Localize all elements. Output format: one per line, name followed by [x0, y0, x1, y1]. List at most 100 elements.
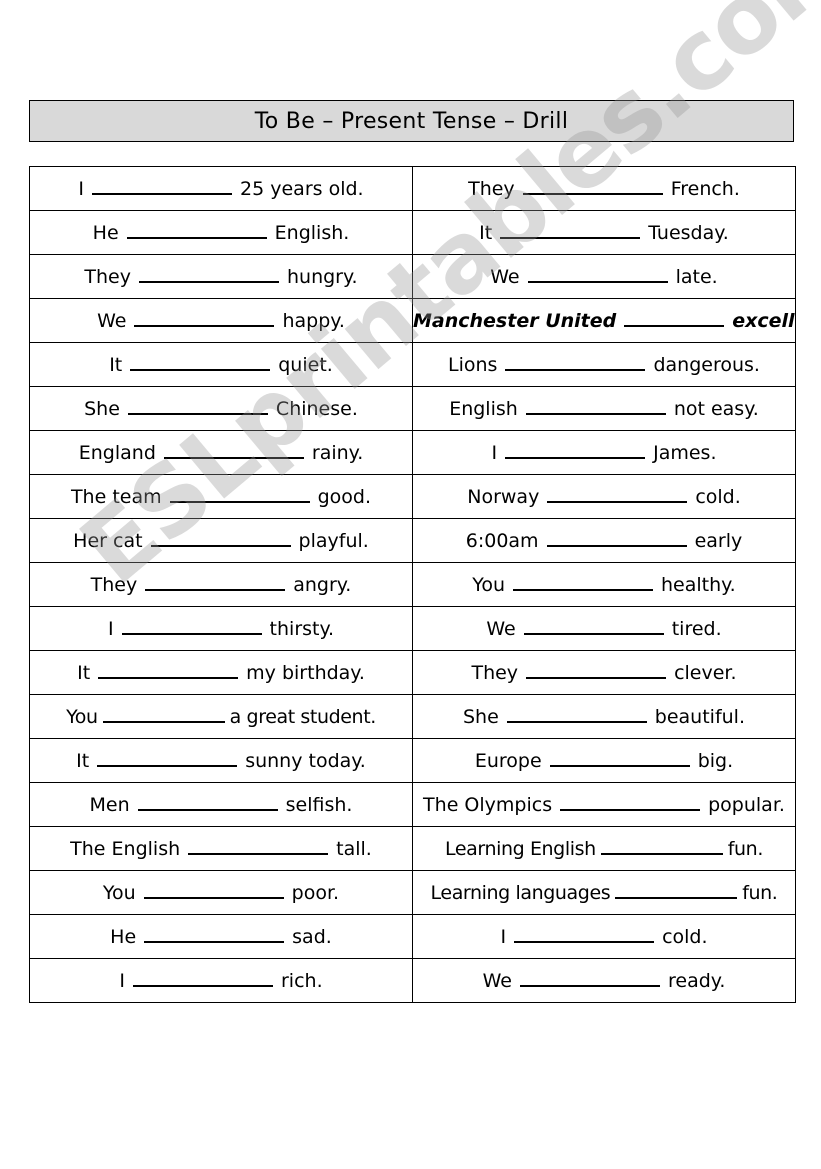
sentence-subject: She: [84, 398, 120, 420]
answer-blank[interactable]: [121, 617, 262, 635]
drill-row: The English tall. Learning English fun.: [29, 826, 796, 871]
answer-blank[interactable]: [92, 177, 233, 195]
sentence-subject: You: [472, 574, 505, 596]
answer-blank[interactable]: [145, 573, 286, 591]
answer-blank[interactable]: [520, 969, 660, 987]
answer-blank[interactable]: [150, 529, 291, 547]
sentence-complement: not easy.: [673, 398, 759, 420]
sentence-cell-right: We late.: [412, 254, 796, 299]
sentence-cell-right: Lions dangerous.: [412, 342, 796, 387]
sentence-cell-left: The team good.: [29, 474, 413, 519]
sentence-subject: Norway: [467, 486, 540, 508]
drill-row: You a great student. She beautiful.: [29, 694, 796, 739]
sentence-subject: It: [76, 750, 90, 772]
sentence-cell-right: It Tuesday.: [412, 210, 796, 255]
sentence-cell-left: He sad.: [29, 914, 413, 959]
sentence-cell-right: I James.: [412, 430, 796, 475]
answer-blank[interactable]: [139, 265, 279, 283]
sentence-cell-right: You healthy.: [412, 562, 796, 607]
drill-row: Ithirsty. We tired.: [29, 606, 796, 651]
sentence-subject: Lions: [448, 354, 498, 376]
sentence-complement: rich.: [280, 970, 323, 992]
sentence-complement: tall.: [336, 838, 372, 860]
sentence-complement: popular.: [708, 794, 785, 816]
drill-row: They angry. You healthy.: [29, 562, 796, 607]
sentence-subject: Men: [89, 794, 130, 816]
answer-blank[interactable]: [506, 705, 647, 723]
sentence-complement: ready.: [668, 970, 726, 992]
sentence-subject: She: [462, 706, 499, 728]
answer-blank[interactable]: [615, 881, 738, 899]
sentence-complement: my birthday.: [246, 662, 365, 684]
answer-blank[interactable]: [132, 969, 273, 987]
drill-row: Irich. We ready.: [29, 958, 796, 1003]
sentence-complement: English.: [274, 222, 350, 244]
answer-blank[interactable]: [127, 397, 268, 415]
answer-blank[interactable]: [546, 529, 687, 547]
answer-blank[interactable]: [169, 485, 310, 503]
answer-blank[interactable]: [624, 309, 725, 327]
sentence-cell-right: Manchester United excellent.: [412, 298, 796, 343]
sentence-complement: good.: [317, 486, 372, 508]
answer-blank[interactable]: [514, 925, 655, 943]
sentence-subject: They: [90, 574, 138, 596]
sentence-complement: big.: [697, 750, 734, 772]
sentence-cell-right: She beautiful.: [412, 694, 796, 739]
answer-blank[interactable]: [560, 793, 701, 811]
answer-blank[interactable]: [549, 749, 690, 767]
sentence-subject: The English: [70, 838, 181, 860]
answer-blank[interactable]: [102, 705, 225, 723]
answer-blank[interactable]: [126, 221, 267, 239]
sentence-subject: I: [491, 442, 498, 464]
sentence-cell-left: Ithirsty.: [29, 606, 413, 651]
answer-blank[interactable]: [163, 441, 304, 459]
sentence-subject: They: [468, 178, 515, 200]
sentence-complement: tired.: [671, 618, 722, 640]
sentence-cell-left: Her cat playful.: [29, 518, 413, 563]
answer-blank[interactable]: [526, 661, 667, 679]
sentence-complement: James.: [653, 442, 717, 464]
answer-blank[interactable]: [527, 265, 668, 283]
answer-blank[interactable]: [130, 353, 271, 371]
worksheet-title-box: To Be – Present Tense – Drill: [29, 100, 794, 142]
answer-blank[interactable]: [547, 485, 688, 503]
sentence-cell-right: Learning languages fun.: [412, 870, 796, 915]
sentence-subject: We: [486, 618, 516, 640]
answer-blank[interactable]: [505, 353, 646, 371]
sentence-complement: Chinese.: [275, 398, 358, 420]
sentence-subject: I: [119, 970, 125, 992]
sentence-complement: selfish.: [285, 794, 353, 816]
sentence-subject: We: [482, 970, 512, 992]
sentence-complement: rainy.: [311, 442, 364, 464]
answer-blank[interactable]: [143, 881, 284, 899]
sentence-subject: I: [107, 618, 114, 640]
answer-blank[interactable]: [523, 617, 664, 635]
drill-row: We happy. Manchester United excellent.: [29, 298, 796, 343]
drill-row: He English. It Tuesday.: [29, 210, 796, 255]
sentence-subject: It: [109, 354, 123, 376]
sentence-cell-right: Learning English fun.: [412, 826, 796, 871]
sentence-cell-left: We happy.: [29, 298, 413, 343]
answer-blank[interactable]: [98, 661, 239, 679]
answer-blank[interactable]: [513, 573, 653, 591]
answer-blank[interactable]: [505, 441, 646, 459]
sentence-complement: clever.: [674, 662, 737, 684]
sentence-complement: poor.: [291, 882, 340, 904]
sentence-cell-right: We ready.: [412, 958, 796, 1003]
sentence-subject: Europe: [474, 750, 542, 772]
answer-blank[interactable]: [525, 397, 666, 415]
answer-blank[interactable]: [188, 837, 329, 855]
sentence-cell-left: They angry.: [29, 562, 413, 607]
sentence-cell-left: Irich.: [29, 958, 413, 1003]
answer-blank[interactable]: [144, 925, 285, 943]
sentence-cell-left: The English tall.: [29, 826, 413, 871]
answer-blank[interactable]: [600, 837, 723, 855]
sentence-subject: You: [66, 706, 98, 728]
answer-blank[interactable]: [97, 749, 238, 767]
answer-blank[interactable]: [522, 177, 663, 195]
answer-blank[interactable]: [134, 309, 275, 327]
answer-blank[interactable]: [500, 221, 641, 239]
sentence-complement: Tuesday.: [648, 222, 729, 244]
answer-blank[interactable]: [137, 793, 278, 811]
sentence-subject: Learning languages: [430, 882, 611, 904]
